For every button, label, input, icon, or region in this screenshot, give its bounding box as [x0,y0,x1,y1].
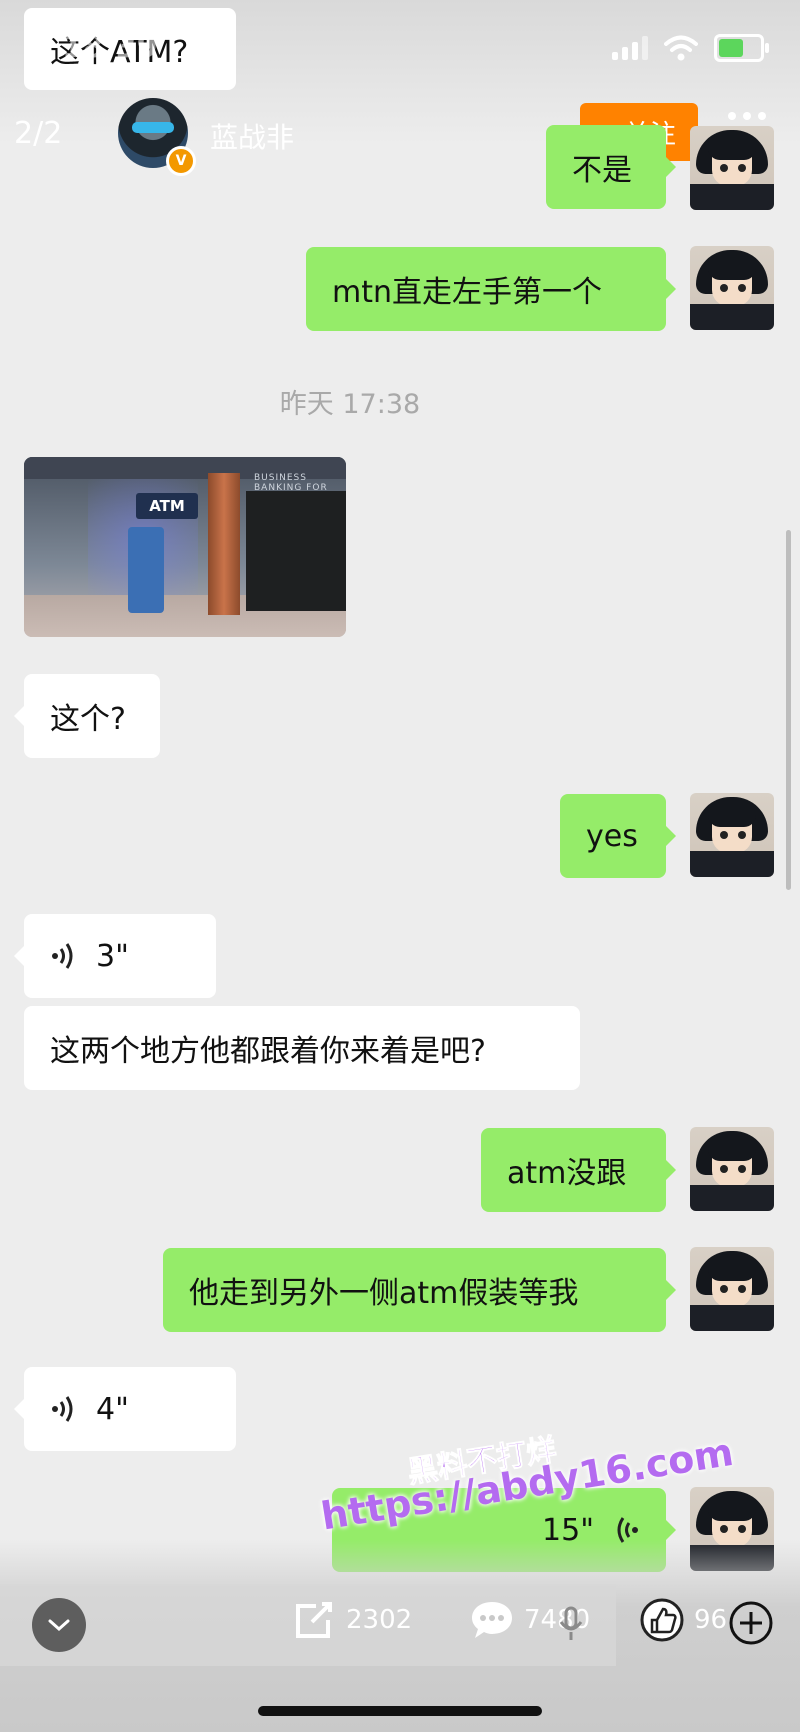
wifi-icon [664,35,698,61]
chat-bubble-sent: 不是 [546,125,676,209]
message-text: 他走到另外一侧atm假装等我 [189,1276,579,1311]
user-avatar[interactable] [690,126,774,210]
like-count: 96 [694,1605,728,1635]
atm-sign: ATM [136,493,198,519]
voice-wave-icon [52,1396,73,1422]
share-count: 2302 [346,1605,413,1635]
message-text: yes [586,818,638,854]
voice-wave-icon [52,943,73,969]
author-name[interactable]: 蓝战非 [210,116,294,156]
comment-icon [472,1602,512,1638]
thumbs-up-icon [640,1598,684,1642]
status-icons [612,34,769,62]
home-indicator[interactable] [258,1706,542,1716]
user-avatar[interactable] [690,246,774,330]
verified-badge-icon: V [166,146,196,176]
chat-bubble-sent: yes [560,794,676,878]
share-button[interactable]: 2302 [292,1598,412,1642]
battery-icon [714,34,769,62]
message-text: mtn直走左手第一个 [332,275,602,310]
message-text: atm没跟 [507,1156,627,1191]
like-button[interactable]: 96 [640,1598,727,1642]
microphone-icon[interactable] [558,1606,584,1646]
voice-message-received[interactable]: 3" [14,914,216,998]
chat-image-atm[interactable]: ATM BUSINESS BANKING FOR [24,457,346,637]
status-time: 18:39 [62,30,158,65]
collapse-button[interactable] [32,1598,86,1652]
chat-bubble-received: 这个? [14,674,160,758]
message-text: 这两个地方他都跟着你来着是吧? [50,1034,486,1069]
share-icon [296,1602,332,1638]
scrollbar[interactable] [786,530,791,890]
chat-bubble-sent: atm没跟 [481,1128,676,1212]
add-button[interactable] [728,1600,774,1650]
user-avatar[interactable] [690,793,774,877]
chat-timestamp: 昨天 17:38 [279,389,421,420]
chevron-down-icon [48,1619,70,1632]
chat-bubble-sent: mtn直走左手第一个 [306,247,676,331]
plus-icon [729,1601,773,1645]
voice-duration: 3" [96,938,129,974]
photo-banner-text: BUSINESS BANKING FOR [254,473,328,493]
cellular-signal-icon [612,36,648,60]
voice-duration: 4" [96,1391,129,1427]
page-counter: 2/2 [14,116,63,151]
voice-message-received[interactable]: 4" [14,1367,236,1451]
user-avatar[interactable] [690,1247,774,1331]
message-text: 这个? [50,702,126,737]
user-avatar[interactable] [690,1127,774,1211]
message-text: 不是 [572,153,632,188]
chat-bubble-sent: 他走到另外一侧atm假装等我 [163,1248,676,1332]
more-options-icon[interactable] [728,112,766,120]
chat-bubble-received: 这两个地方他都跟着你来着是吧? [24,1006,580,1090]
